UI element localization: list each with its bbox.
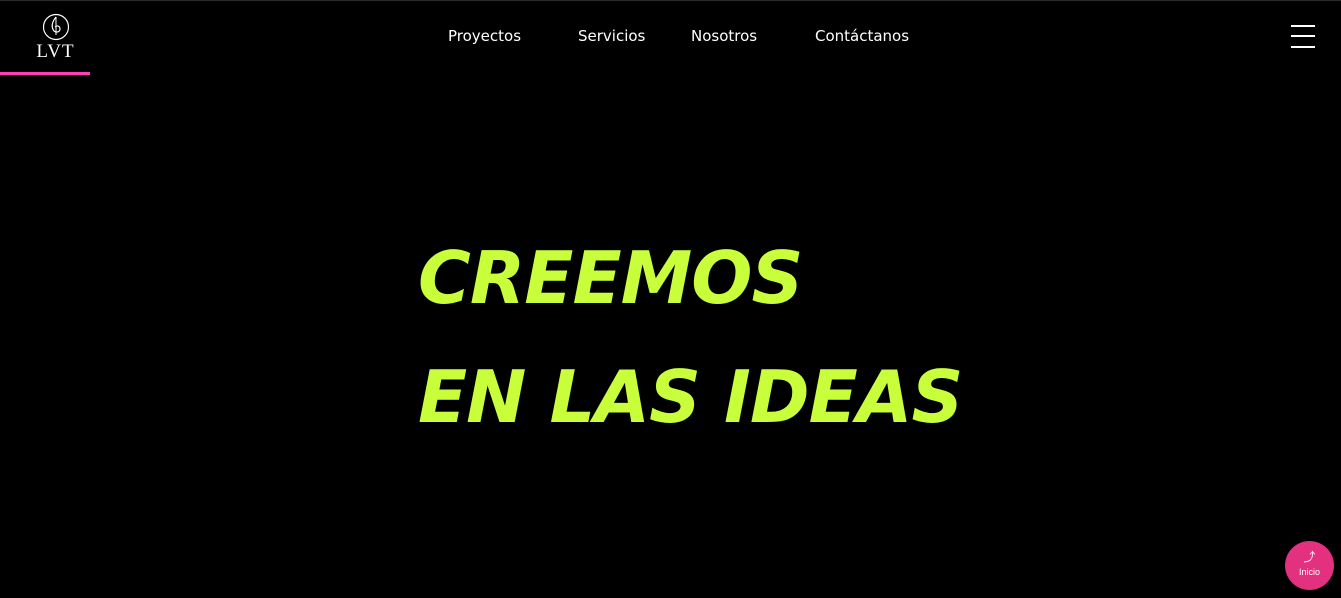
logo[interactable]: LVT: [0, 0, 90, 75]
hero-headline-line-2: EN LAS IDEAS: [418, 355, 963, 439]
leaf-circle-icon: [42, 13, 70, 41]
hamburger-line: [1291, 35, 1315, 37]
top-border: [0, 0, 1341, 1]
nav-link-nosotros[interactable]: Nosotros: [691, 27, 757, 45]
back-to-top-button[interactable]: ⤴ Inicio: [1285, 541, 1334, 590]
hamburger-line: [1291, 25, 1315, 27]
nav-link-proyectos[interactable]: Proyectos: [448, 27, 521, 45]
page: LVT Proyectos Servicios Nosotros Contáct…: [0, 0, 1341, 598]
nav-link-servicios[interactable]: Servicios: [578, 27, 645, 45]
hamburger-icon[interactable]: [1289, 24, 1317, 50]
logo-text: LVT: [36, 41, 75, 62]
logo-underline: [0, 72, 90, 75]
arrow-up-icon: ⤴: [1303, 550, 1316, 564]
nav-link-contactanos[interactable]: Contáctanos: [815, 27, 909, 45]
hamburger-line: [1291, 46, 1315, 48]
back-to-top-label: Inicio: [1298, 567, 1320, 577]
hero-headline-line-1: CREEMOS: [418, 236, 803, 320]
